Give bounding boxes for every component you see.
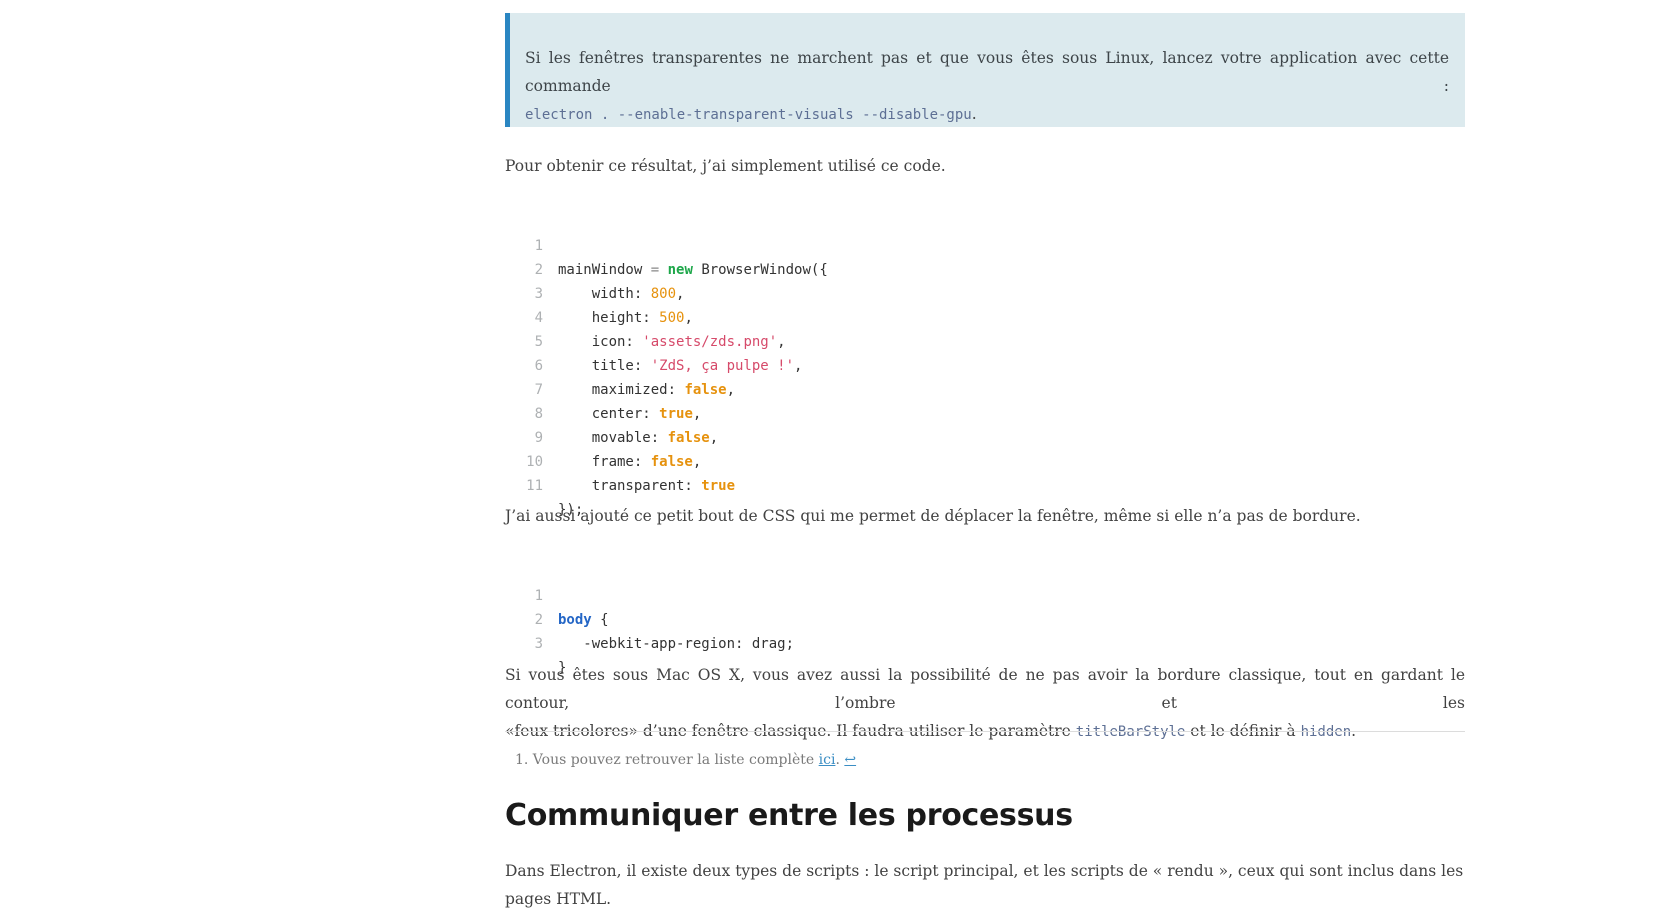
code-line: 5 title: 'ZdS, ça pulpe !',	[505, 306, 1465, 374]
paragraph-macos-line1: Si vous êtes sous Mac OS X, vous avez au…	[505, 666, 1465, 712]
paragraph-electron-scripts: Dans Electron, il existe deux types de s…	[505, 862, 1464, 908]
inline-code-hidden: hidden	[1300, 724, 1352, 740]
code-line: 7 center: true,	[505, 354, 1465, 422]
code-line: 11 });	[505, 450, 1465, 518]
code-line: 1 body {	[505, 560, 1465, 628]
info-note-command-line: electron . --enable-transparent-visuals …	[525, 100, 1449, 129]
line-number: 11	[526, 478, 543, 494]
inline-code-titlebarstyle: titleBarStyle	[1075, 724, 1186, 740]
paragraph-intro-code: Pour obtenir ce résultat, j’ai simplemen…	[505, 157, 946, 175]
info-note: Si les fenêtres transparentes ne marchen…	[505, 13, 1465, 127]
code-line: 3 height: 500,	[505, 258, 1465, 326]
info-note-command: electron . --enable-transparent-visuals …	[525, 107, 972, 123]
footnote-item: 1. Vous pouvez retrouver la liste complè…	[515, 752, 857, 768]
code-line: 10 transparent: true	[505, 426, 1465, 494]
footnote-text: Vous pouvez retrouver la liste complète	[528, 752, 819, 768]
paragraph-macos: Si vous êtes sous Mac OS X, vous avez au…	[505, 661, 1465, 746]
section-heading: Communiquer entre les processus	[505, 798, 1073, 833]
footnotes-divider	[505, 731, 1465, 732]
footnote-link[interactable]: ici	[819, 752, 836, 768]
info-note-text: Si les fenêtres transparentes ne marchen…	[525, 49, 1449, 95]
paragraph-css-intro: J’ai aussi ajouté ce petit bout de CSS q…	[505, 507, 1361, 525]
code-line: 4 icon: 'assets/zds.png',	[505, 282, 1465, 350]
footnote-backref-icon[interactable]: ↩	[844, 752, 856, 768]
code-line: 6 maximized: false,	[505, 330, 1465, 398]
info-note-period: .	[971, 105, 977, 123]
code-line: 3 }	[505, 608, 1465, 676]
code-text: -webkit-app-region: drag;	[558, 636, 795, 652]
code-text: transparent: true	[558, 478, 736, 494]
code-line: 8 movable: false,	[505, 378, 1465, 446]
footnote-number: 1.	[515, 752, 529, 768]
line-number: 3	[534, 636, 543, 652]
code-line: 2 -webkit-app-region: drag;	[505, 584, 1465, 652]
code-line: 2 width: 800,	[505, 234, 1465, 302]
code-line: 9 frame: false,	[505, 402, 1465, 470]
code-line: 1 mainWindow = new BrowserWindow({	[505, 210, 1465, 278]
